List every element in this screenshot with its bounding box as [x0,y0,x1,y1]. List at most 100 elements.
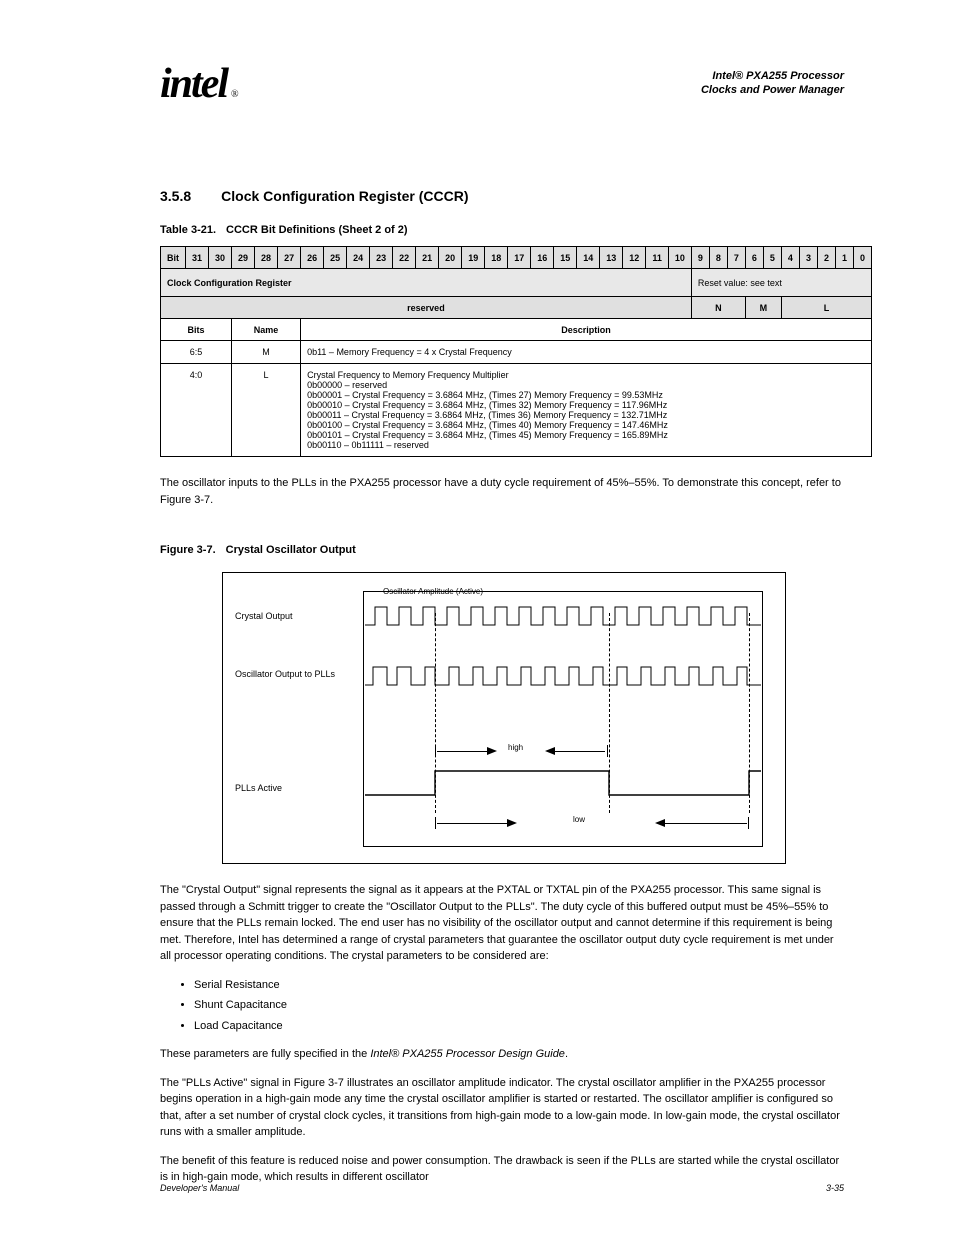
cell-desc: Crystal Frequency to Memory Frequency Mu… [301,364,872,457]
table-cell: 24 [347,247,370,269]
tick-line [435,745,436,757]
header-section: Clocks and Power Manager [701,84,844,96]
field-l: L [781,297,871,319]
table-cell: 25 [324,247,347,269]
table-cell: 19 [462,247,485,269]
table-cell: 9 [691,247,709,269]
table-cell: 14 [577,247,600,269]
table-row: 4:0 L Crystal Frequency to Memory Freque… [161,364,872,457]
arrowhead-icon [507,819,517,827]
table-cell: 10 [668,247,691,269]
paragraph: The "PLLs Active" signal in Figure 3-7 i… [160,1075,844,1141]
table-cell: 27 [278,247,301,269]
table-name-row: Clock Configuration Register Reset value… [161,269,872,297]
header-right: Intel® PXA255 Processor Clocks and Power… [701,70,844,96]
table-bit-row: Bit 31 30 29 28 27 26 25 24 23 22 21 20 … [161,247,872,269]
body-paragraph-1: The oscillator inputs to the PLLs in the… [160,475,844,508]
field-n: N [691,297,745,319]
table-cell: 22 [393,247,416,269]
col-desc: Description [301,319,872,341]
footer-left: Developer's Manual [160,1183,239,1193]
label-plls-active: PLLs Active [235,783,282,793]
list-item: Load Capacitance [194,1018,844,1035]
table-row: 6:5 M 0b11 – Memory Frequency = 4 x Crys… [161,341,872,364]
table-cell: 29 [232,247,255,269]
footer-page-number: 3-35 [826,1183,844,1193]
table-field-row: reserved N M L [161,297,872,319]
body-text-block: The "Crystal Output" signal represents t… [160,882,844,1186]
cell-desc: 0b11 – Memory Frequency = 4 x Crystal Fr… [301,341,872,364]
table-cell: 15 [554,247,577,269]
section-title: 3.5.8 Clock Configuration Register (CCCR… [160,188,844,204]
table-caption: Table 3-21. CCCR Bit Definitions (Sheet … [160,224,844,236]
table-desc-header: Bits Name Description [161,319,872,341]
cell-bits: 4:0 [161,364,232,457]
table-cell: 28 [255,247,278,269]
intel-logo: intel ® [160,60,237,108]
figure-caption-title: Crystal Oscillator Output [226,544,356,556]
logo-text: intel [160,61,227,107]
table-caption-title: CCCR Bit Definitions (Sheet 2 of 2) [226,224,408,236]
cell-bits: 6:5 [161,341,232,364]
list-item: Serial Resistance [194,977,844,994]
arrowhead-icon [545,747,555,755]
field-m: M [745,297,781,319]
table-cell: 7 [727,247,745,269]
table-cell: 16 [531,247,554,269]
cell-name: M [232,341,301,364]
col-bits: Bits [161,319,232,341]
page-footer: Developer's Manual 3-35 [160,1183,844,1193]
bullet-list: Serial Resistance Shunt Capacitance Load… [194,977,844,1035]
paragraph: The oscillator inputs to the PLLs in the… [160,475,844,508]
crystal-waveform [365,603,763,633]
reset-value-cell: Reset value: see text [691,269,871,297]
figure-caption: Figure 3-7. Crystal Oscillator Output [160,544,844,556]
register-table: Bit 31 30 29 28 27 26 25 24 23 22 21 20 … [160,246,872,457]
table-cell: 1 [835,247,853,269]
table-cell: 4 [781,247,799,269]
paragraph: These parameters are fully specified in … [160,1046,844,1063]
paragraph-text: These parameters are fully specified in … [160,1048,370,1060]
oscillator-waveform [365,663,763,693]
list-item: Shunt Capacitance [194,997,844,1014]
table-cell: 21 [416,247,439,269]
paragraph: The "Crystal Output" signal represents t… [160,882,844,965]
paragraph: The benefit of this feature is reduced n… [160,1153,844,1186]
table-cell: 18 [485,247,508,269]
label-crystal-output: Crystal Output [235,611,293,621]
plls-active-waveform [365,765,763,801]
cell-name: L [232,364,301,457]
table-cell: 26 [301,247,324,269]
register-name-cell: Clock Configuration Register [161,269,692,297]
table-cell: 8 [709,247,727,269]
arrowhead-icon [487,747,497,755]
table-cell: 5 [763,247,781,269]
label-high: high [508,743,523,752]
arrow-line [663,823,747,824]
tick-line [748,817,749,829]
table-cell: 2 [817,247,835,269]
col-name: Name [232,319,301,341]
italic-text: Intel® PXA255 Processor Design Guide [370,1048,565,1060]
table-cell: 30 [209,247,232,269]
section-number: 3.5.8 [160,188,191,204]
table-cell: 11 [646,247,669,269]
label-oscillator-output: Oscillator Output to PLLs [235,669,345,679]
table-cell: 31 [186,247,209,269]
table-caption-label: Table 3-21. [160,224,216,236]
timing-diagram: Crystal Output Oscillator Output to PLLs… [222,572,786,864]
figure-caption-label: Figure 3-7. [160,544,216,556]
arrowhead-icon [655,819,665,827]
table-cell: 6 [745,247,763,269]
table-cell: 3 [799,247,817,269]
bit-label: Bit [161,247,186,269]
tick-line [435,817,436,829]
arrow-line [437,823,509,824]
table-cell: 12 [623,247,646,269]
registered-mark: ® [231,89,237,100]
header-product: Intel® PXA255 Processor [701,70,844,82]
table-cell: 23 [370,247,393,269]
arrow-line [553,751,605,752]
table-cell: 13 [600,247,623,269]
page-header: intel ® Intel® PXA255 Processor Clocks an… [160,60,844,108]
